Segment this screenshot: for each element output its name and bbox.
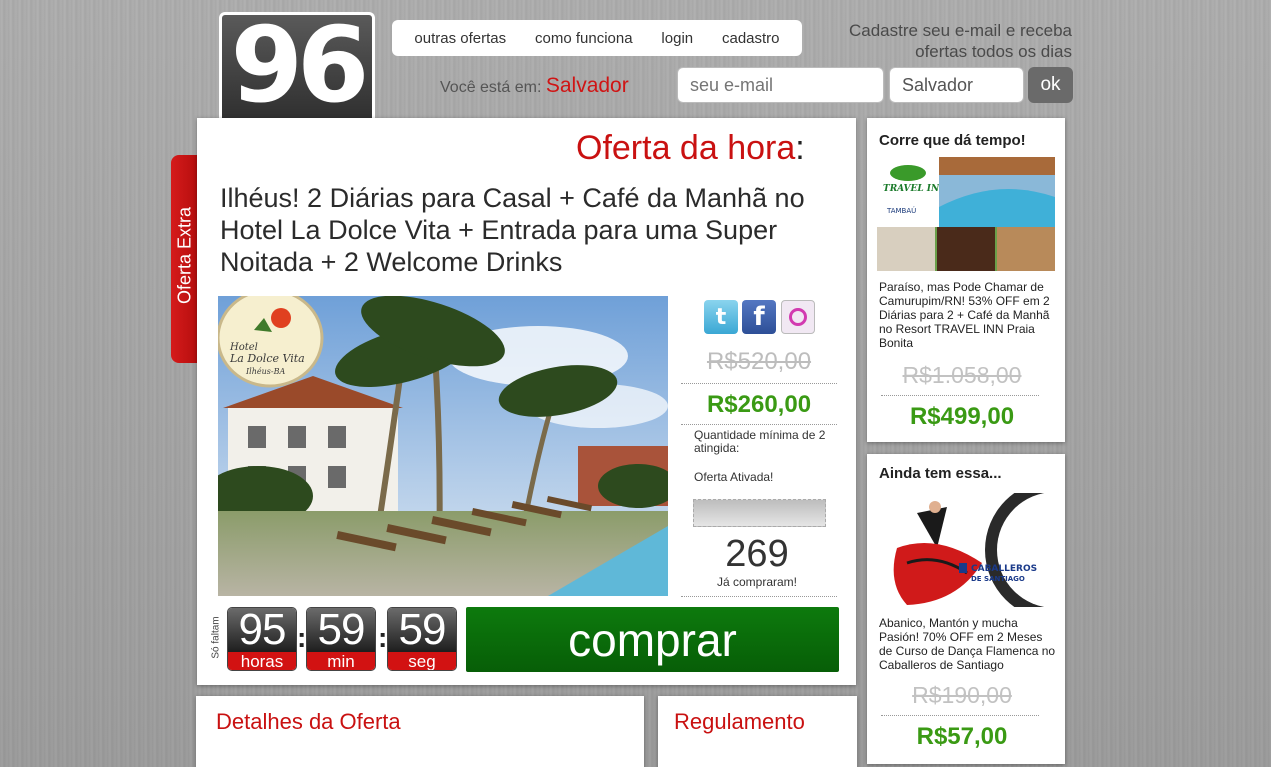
offer-details-panel: Detalhes da Oferta [196,696,644,767]
nav-login[interactable]: login [661,30,693,47]
location-indicator: Você está em: Salvador [440,74,629,98]
timer-seconds-unit: seg [388,652,456,670]
timer-hours-unit: horas [228,652,296,670]
side-offer-title: Ainda tem essa... [879,465,1002,482]
side-offer-title: Corre que dá tempo! [879,132,1026,149]
sold-count: 269 [725,533,789,575]
offer-details-title: Detalhes da Oferta [216,709,401,734]
photo-sign-line-3: Ilhéus-BA [245,367,285,376]
timer-seconds-value: 59 [388,608,456,652]
twitter-icon[interactable]: t [704,300,738,334]
min-quantity-text: Quantidade mínima de 2 atingida: [694,428,826,455]
side-offer-image[interactable]: CABALLEROS DE SANTIAGO [877,493,1055,607]
orkut-icon[interactable] [781,300,815,334]
resort-image: TRAVEL INN TAMBAÚ [877,157,1055,271]
timer-seconds: 59 seg [387,607,457,671]
side-offer-image[interactable]: TRAVEL INN TAMBAÚ [877,157,1055,271]
logo-number: 96 [230,4,370,126]
side-offer-old-price: R$190,00 [912,682,1012,708]
orkut-ring [789,308,807,326]
purchase-progress-bar [693,499,826,527]
side-offer-logo-1: CABALLEROS [971,564,1037,574]
flamenco-image: CABALLEROS DE SANTIAGO [877,493,1055,607]
offer-title: Ilhéus! 2 Diárias para Casal + Café da M… [220,183,805,277]
divider [681,596,837,597]
remaining-label: Só faltam [208,612,222,668]
discount-price: R$260,00 [706,391,812,418]
timer-separator: : [378,622,388,653]
side-offer-new-price: R$57,00 [916,723,1008,750]
current-city[interactable]: Salvador [546,74,629,97]
side-offer-card[interactable]: Corre que dá tempo! TRAVEL INN TAMBAÚ Pa… [867,118,1065,442]
side-offer-description: Abanico, Mantón y mucha Pasión! 70% OFF … [879,616,1056,672]
side-offer-logo-2: TAMBAÚ [886,206,916,215]
facebook-icon[interactable]: f [742,300,776,334]
side-offer-old-price: R$1.058,00 [902,362,1022,388]
offer-heading-colon: : [795,129,805,167]
side-offer-logo-1: TRAVEL INN [883,184,948,194]
buy-button[interactable]: comprar [466,607,839,672]
divider [881,395,1039,396]
photo-sign-line-2: La Dolce Vita [229,352,305,365]
offer-heading: Oferta da hora: [576,129,805,168]
sold-label: Já compraram! [716,575,798,589]
email-input[interactable] [677,67,884,103]
hotel-photo-image: Hotel La Dolce Vita Ilhéus-BA [218,296,668,596]
extra-offer-tab[interactable]: Oferta Extra [171,155,199,363]
nav-how-it-works[interactable]: como funciona [535,30,633,47]
promo-line-2: ofertas todos os dias [915,42,1072,61]
promo-line-1: Cadastre seu e-mail e receba [848,21,1072,40]
top-nav: outras ofertas como funciona login cadas… [392,20,802,56]
timer-minutes: 59 min [306,607,376,671]
remaining-label-text: Só faltam [210,616,222,659]
side-offer-card[interactable]: Ainda tem essa... CABALLEROS DE SANTIAGO… [867,454,1065,764]
timer-hours-value: 95 [228,608,296,652]
city-select[interactable]: Salvador [889,67,1024,103]
rules-panel: Regulamento [658,696,857,767]
original-price: R$520,00 [706,348,812,375]
side-offer-new-price: R$499,00 [909,403,1015,430]
timer-minutes-unit: min [307,652,375,670]
timer-separator: : [297,622,307,653]
nav-other-offers[interactable]: outras ofertas [414,30,506,47]
divider [881,715,1039,716]
side-offer-description: Paraíso, mas Pode Chamar de Camurupim/RN… [879,280,1050,350]
location-label: Você está em: [440,79,542,96]
offer-photo: Hotel La Dolce Vita Ilhéus-BA [218,296,668,596]
newsletter-promo: Cadastre seu e-mail e receba ofertas tod… [812,20,1072,62]
extra-offer-tab-label: Oferta Extra [174,206,195,305]
nav-signup[interactable]: cadastro [722,30,780,47]
rules-title: Regulamento [674,709,805,734]
side-offer-logo-2: DE SANTIAGO [971,575,1025,583]
ok-button[interactable]: ok [1028,67,1073,103]
offer-activated-text: Oferta Ativada! [694,470,774,484]
timer-minutes-value: 59 [307,608,375,652]
offer-heading-text: Oferta da hora [576,129,796,167]
divider [681,383,837,384]
divider [681,424,837,425]
timer-hours: 95 horas [227,607,297,671]
